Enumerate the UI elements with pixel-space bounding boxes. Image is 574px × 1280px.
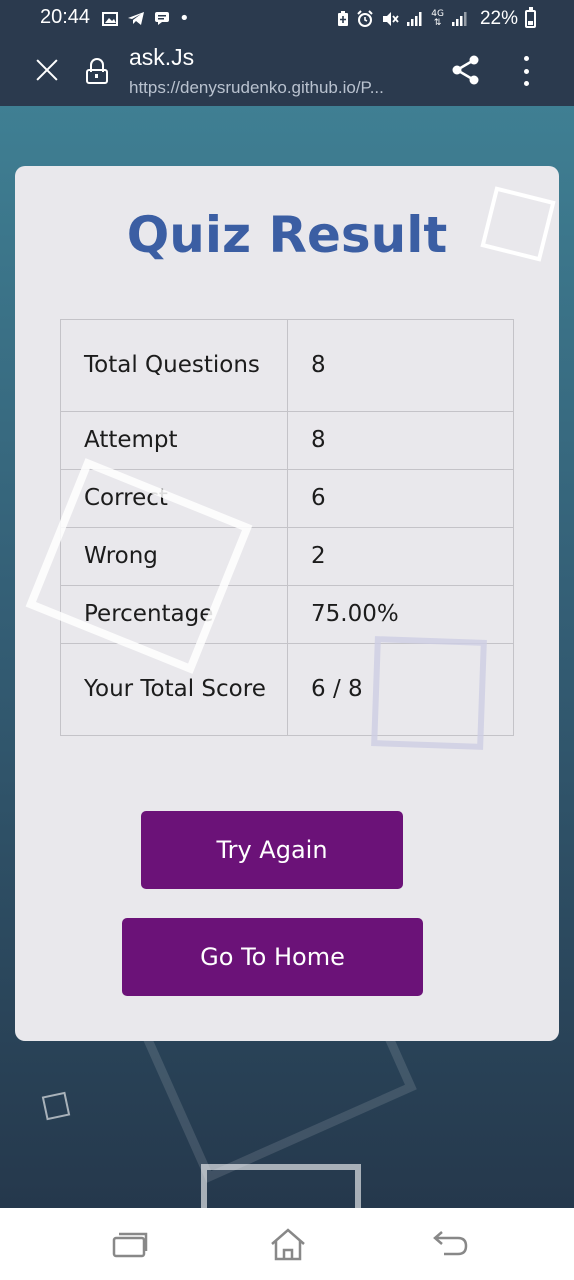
site-title[interactable]: ask.Js	[129, 44, 194, 71]
share-icon[interactable]	[450, 54, 482, 86]
telegram-icon	[128, 12, 144, 25]
close-tab-icon[interactable]	[33, 56, 61, 84]
status-time: 20:44	[40, 6, 91, 28]
percentage-value: 75.00%	[287, 585, 514, 644]
back-icon[interactable]	[430, 1226, 470, 1262]
attempt-value: 8	[287, 411, 514, 470]
table-row: Your Total Score 6 / 8	[60, 643, 514, 736]
try-again-button[interactable]: Try Again	[141, 811, 403, 889]
battery-saver-icon	[338, 11, 349, 26]
lock-icon[interactable]	[86, 58, 108, 84]
decorative-square	[41, 1091, 71, 1121]
system-icons: 4G ⇅ 22%	[337, 7, 536, 30]
correct-label: Correct	[60, 469, 288, 528]
go-to-home-button[interactable]: Go To Home	[122, 918, 423, 996]
attempt-label: Attempt	[60, 411, 288, 470]
gallery-icon	[102, 11, 118, 26]
battery-icon	[525, 7, 536, 28]
4g-icon: 4G ⇅	[431, 9, 444, 28]
signal-icon	[407, 12, 422, 26]
result-table: Total Questions 8 Attempt 8 Correct 6 Wr…	[60, 319, 514, 736]
more-options-icon[interactable]	[519, 56, 533, 86]
result-card: Quiz Result Total Questions 8 Attempt 8 …	[15, 166, 559, 1041]
home-icon[interactable]	[268, 1226, 308, 1262]
wrong-label: Wrong	[60, 527, 288, 586]
decorative-square	[201, 1164, 361, 1208]
alarm-icon	[357, 10, 373, 27]
percentage-label: Percentage	[60, 585, 288, 644]
battery-percent: 22%	[479, 8, 518, 29]
table-row: Total Questions 8	[60, 319, 514, 412]
total-score-value: 6 / 8	[287, 643, 514, 736]
total-score-label: Your Total Score	[60, 643, 288, 736]
notification-icons: •	[102, 8, 190, 29]
system-nav-bar	[0, 1208, 574, 1280]
table-row: Wrong 2	[60, 527, 514, 586]
site-url[interactable]: https://denysrudenko.github.io/P...	[129, 78, 429, 98]
signal-icon	[451, 12, 467, 26]
dot-icon: •	[179, 8, 190, 29]
mute-icon	[383, 12, 399, 26]
wrong-value: 2	[287, 527, 514, 586]
status-bar: 20:44 • 4G ⇅ 22%	[0, 0, 574, 36]
recent-apps-icon[interactable]	[110, 1226, 150, 1262]
table-row: Percentage 75.00%	[60, 585, 514, 644]
browser-chrome: 20:44 • 4G ⇅ 22% ask.Js https://denysrude…	[0, 0, 574, 106]
total-questions-value: 8	[287, 319, 514, 412]
table-row: Correct 6	[60, 469, 514, 528]
page-title: Quiz Result	[126, 206, 448, 264]
table-row: Attempt 8	[60, 411, 514, 470]
correct-value: 6	[287, 469, 514, 528]
message-icon	[155, 12, 169, 25]
total-questions-label: Total Questions	[60, 319, 288, 412]
